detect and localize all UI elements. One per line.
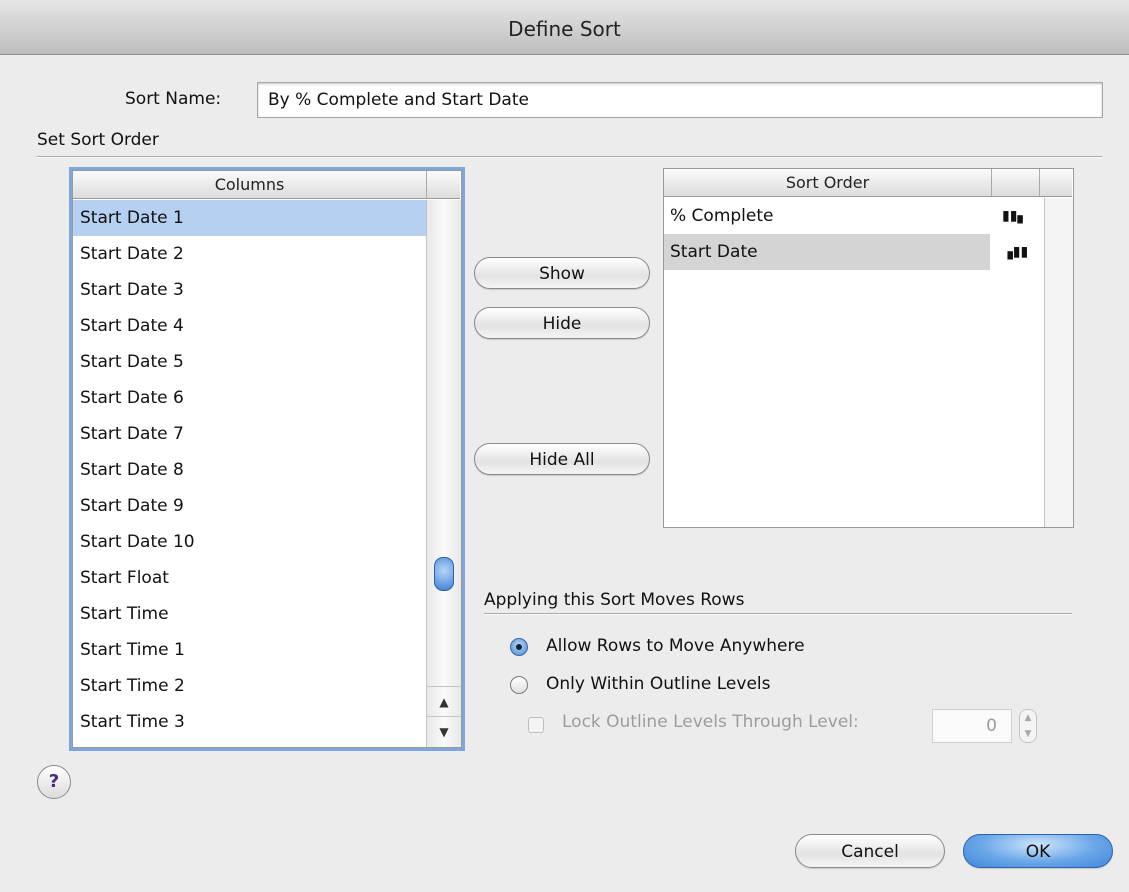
column-list-item[interactable]: Start Float (73, 560, 426, 596)
sort-order-header-corner (1040, 169, 1072, 197)
column-list-item[interactable]: Start Time 3 (73, 704, 426, 740)
column-list-item[interactable]: Start Date 10 (73, 524, 426, 560)
within-levels-label[interactable]: Only Within Outline Levels (546, 674, 770, 694)
sort-order-item-label: Start Date (670, 242, 758, 262)
scroll-down-arrow-icon[interactable]: ▼ (427, 716, 461, 747)
hide-all-button[interactable]: Hide All (474, 443, 650, 475)
separator (37, 156, 1102, 158)
column-list-item[interactable]: Start Date 5 (73, 344, 426, 380)
sort-name-label: Sort Name: (125, 89, 222, 109)
hide-button[interactable]: Hide (474, 307, 650, 339)
show-button[interactable]: Show (474, 257, 650, 289)
cancel-button[interactable]: Cancel (795, 834, 945, 868)
column-list-item[interactable]: Start Date 2 (73, 236, 426, 272)
lock-level-stepper[interactable]: ▲ ▼ (1019, 709, 1037, 743)
column-list-item[interactable]: Start Date 4 (73, 308, 426, 344)
sort-direction-header[interactable] (992, 169, 1040, 197)
column-list-item[interactable]: Start Date 7 (73, 416, 426, 452)
columns-list-rows: Start Date 1 Start Date 2 Start Date 3 Star… (73, 200, 426, 740)
column-list-item[interactable]: Start Time (73, 596, 426, 632)
sort-order-item-label: % Complete (670, 206, 774, 226)
lock-levels-checkbox[interactable] (528, 717, 544, 733)
window-title: Define Sort (0, 0, 1129, 55)
columns-list[interactable]: Columns Start Date 1 Start Date 2 Start Da… (72, 170, 462, 748)
descending-bars-icon[interactable]: ▮▮▖ (1002, 198, 1028, 234)
column-list-item[interactable]: Start Time 2 (73, 668, 426, 704)
ok-button[interactable]: OK (963, 834, 1113, 868)
column-list-item[interactable]: Start Date 6 (73, 380, 426, 416)
sort-order-item[interactable]: Start Date ▗▮▮ (664, 234, 1028, 270)
columns-header-corner (427, 171, 460, 199)
lock-levels-label: Lock Outline Levels Through Level: (562, 712, 859, 732)
sort-order-header[interactable]: Sort Order (664, 169, 992, 197)
column-list-item[interactable]: Start Date 9 (73, 488, 426, 524)
stepper-up-arrow-icon[interactable]: ▲ (1020, 710, 1036, 726)
separator (484, 613, 1072, 615)
allow-anywhere-label[interactable]: Allow Rows to Move Anywhere (546, 636, 805, 656)
stepper-down-arrow-icon[interactable]: ▼ (1020, 726, 1036, 742)
allow-anywhere-radio[interactable] (510, 638, 528, 656)
scroll-up-arrow-icon[interactable]: ▲ (427, 686, 461, 717)
ascending-bars-icon[interactable]: ▗▮▮ (1002, 234, 1028, 270)
sort-order-item[interactable]: % Complete ▮▮▖ (664, 198, 1036, 234)
help-button[interactable]: ? (37, 765, 71, 799)
column-list-item[interactable]: Start Date 3 (73, 272, 426, 308)
columns-header[interactable]: Columns (73, 171, 427, 199)
sort-order-list[interactable]: Sort Order % Complete ▮▮▖ Start Date ▗▮▮ (663, 168, 1074, 528)
column-list-item[interactable]: Start Time 1 (73, 632, 426, 668)
scroll-thumb[interactable] (434, 557, 454, 591)
column-list-item[interactable]: Start Date 8 (73, 452, 426, 488)
column-list-item[interactable]: Start Date 1 (73, 200, 426, 236)
sort-name-input[interactable] (257, 82, 1103, 118)
within-levels-radio[interactable] (510, 676, 528, 694)
set-sort-order-label: Set Sort Order (37, 130, 159, 150)
apply-section-label: Applying this Sort Moves Rows (484, 590, 745, 610)
sort-order-rows: % Complete ▮▮▖ Start Date ▗▮▮ (664, 198, 1036, 270)
lock-level-field[interactable]: 0 (932, 709, 1012, 743)
sort-order-scrollbar[interactable] (1044, 198, 1073, 527)
columns-scrollbar[interactable]: ▲ ▼ (426, 200, 461, 747)
